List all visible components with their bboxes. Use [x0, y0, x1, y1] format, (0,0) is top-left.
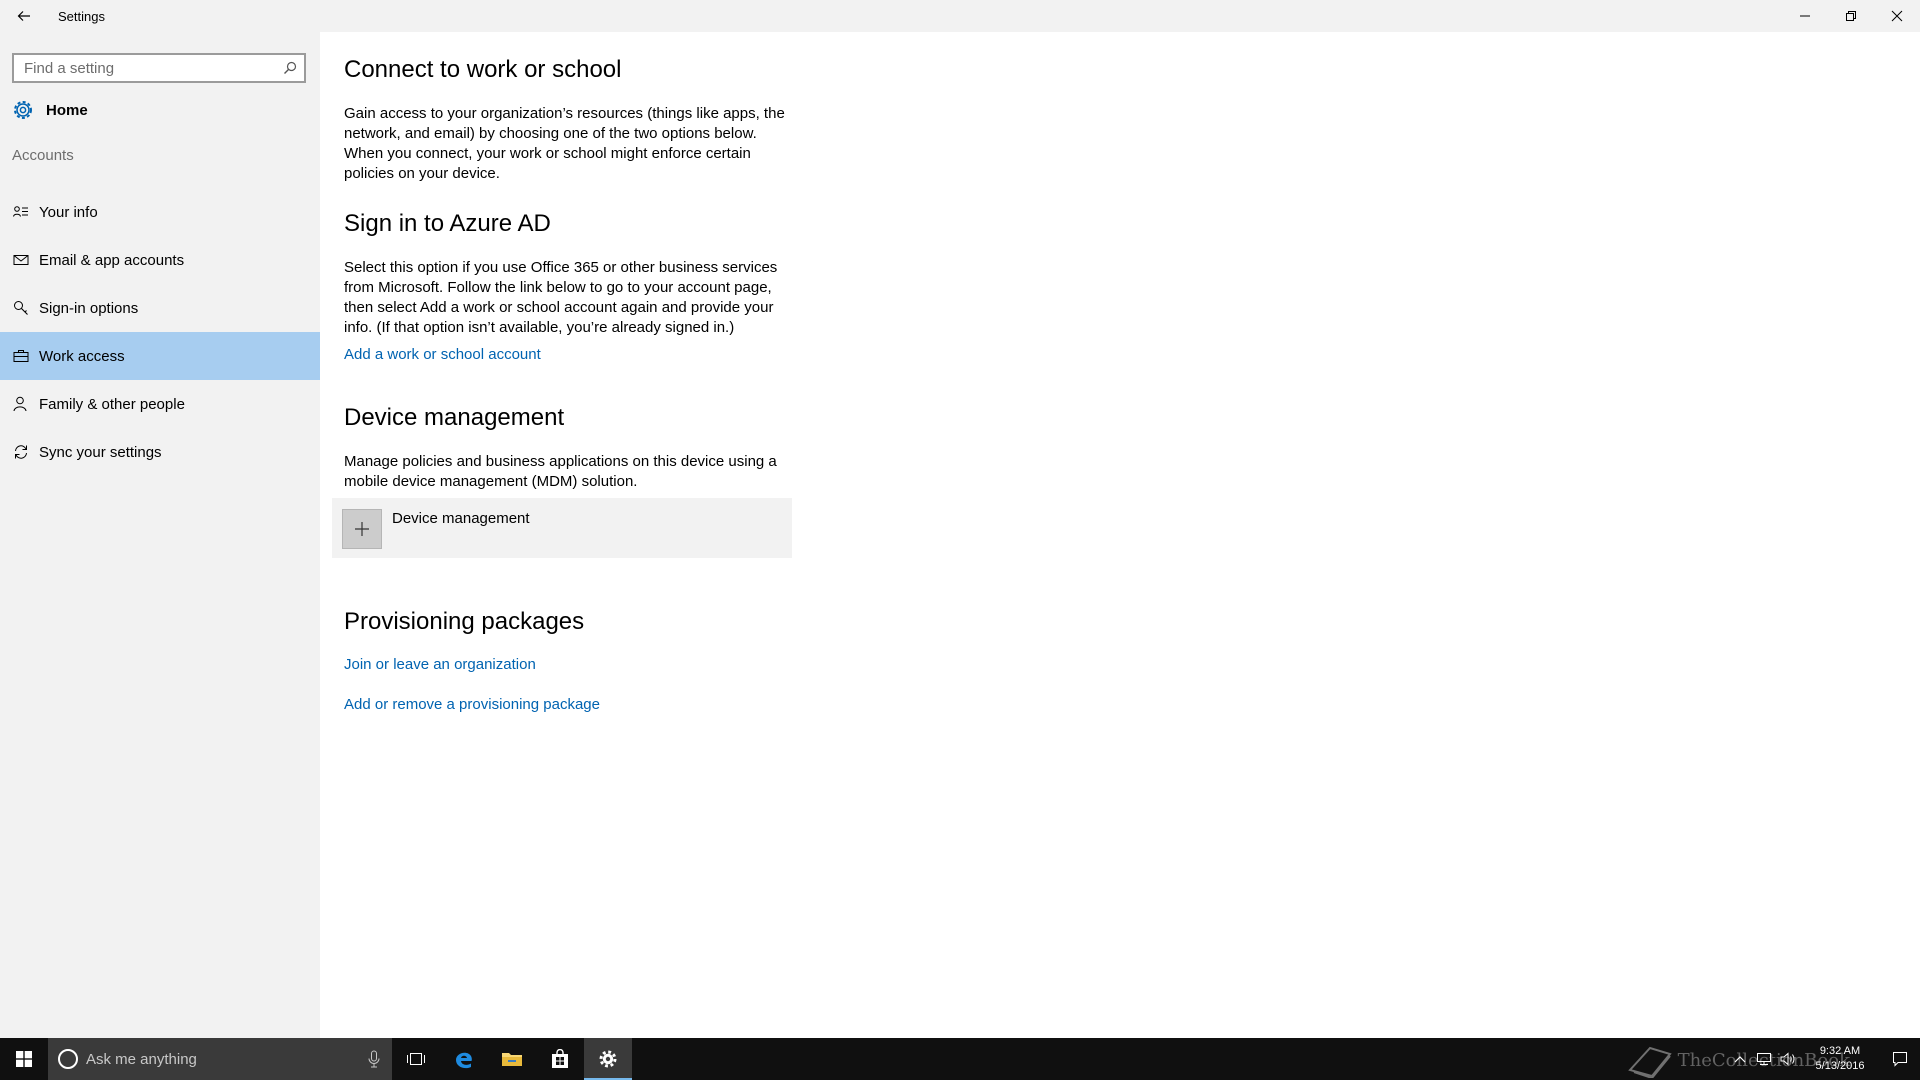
- store-bag-icon: [552, 1049, 568, 1068]
- sidebar-item-your-info[interactable]: Your info: [0, 188, 320, 236]
- show-hidden-icons-button[interactable]: [1728, 1038, 1752, 1080]
- sidebar-item-label: Sign-in options: [39, 299, 139, 317]
- provisioning-heading: Provisioning packages: [344, 608, 585, 635]
- home-label: Home: [46, 101, 88, 119]
- sidebar: Home Accounts Your info Email & app acco…: [0, 32, 320, 1038]
- minimize-icon: [1800, 15, 1810, 17]
- mail-icon: [12, 251, 30, 269]
- speaker-icon: [1780, 1052, 1795, 1066]
- taskbar: Ask me anything TheCollectionBook 9:32 A…: [0, 1038, 1920, 1080]
- azure-heading: Sign in to Azure AD: [344, 210, 551, 237]
- close-button[interactable]: [1874, 0, 1920, 32]
- key-icon: [12, 299, 30, 317]
- azure-description: Select this option if you use Office 365…: [344, 259, 778, 336]
- window-title: Settings: [58, 8, 105, 24]
- people-icon: [12, 395, 30, 413]
- briefcase-icon: [12, 347, 30, 365]
- person-list-icon: [12, 203, 30, 221]
- cortana-search-box[interactable]: Ask me anything: [48, 1038, 392, 1080]
- connect-heading: Connect to work or school: [344, 56, 622, 83]
- windows-logo-icon: [16, 1051, 32, 1067]
- clock-time: 9:32 AM: [1819, 1045, 1861, 1057]
- sidebar-item-label: Family & other people: [39, 395, 185, 413]
- add-remove-provisioning-package-link[interactable]: Add or remove a provisioning package: [344, 696, 600, 713]
- gear-icon: [599, 1050, 617, 1068]
- file-explorer-taskbar-button[interactable]: [488, 1038, 536, 1080]
- restore-icon: [1846, 11, 1856, 21]
- settings-taskbar-button[interactable]: [584, 1038, 632, 1080]
- join-leave-organization-link[interactable]: Join or leave an organization: [344, 656, 536, 673]
- sidebar-item-sync-your-settings[interactable]: Sync your settings: [0, 428, 320, 476]
- sidebar-item-email-app-accounts[interactable]: Email & app accounts: [0, 236, 320, 284]
- book-icon: [1627, 1046, 1672, 1078]
- window-controls: [1782, 0, 1920, 32]
- add-work-school-account-link[interactable]: Add a work or school account: [344, 346, 541, 363]
- device-management-button[interactable]: Device management: [332, 498, 792, 558]
- folder-icon: [502, 1053, 522, 1066]
- notification-icon: [1893, 1052, 1907, 1067]
- search-icon[interactable]: [276, 61, 304, 75]
- back-arrow-icon: [17, 11, 30, 21]
- edge-taskbar-button[interactable]: [440, 1038, 488, 1080]
- cortana-icon: [58, 1049, 78, 1069]
- back-button[interactable]: [0, 0, 48, 32]
- device-management-button-label: Device management: [392, 510, 530, 527]
- volume-button[interactable]: [1776, 1038, 1800, 1080]
- sidebar-item-label: Email & app accounts: [39, 251, 185, 269]
- action-center-button[interactable]: [1880, 1038, 1920, 1080]
- chevron-up-icon: [1734, 1056, 1746, 1063]
- sidebar-item-label: Sync your settings: [39, 443, 162, 461]
- microphone-icon[interactable]: [368, 1050, 380, 1068]
- device-management-heading: Device management: [344, 404, 565, 431]
- clock-date: 5/13/2016: [1815, 1060, 1865, 1072]
- sidebar-item-work-access[interactable]: Work access: [0, 332, 320, 380]
- edge-icon: [456, 1052, 472, 1069]
- home-nav-item[interactable]: Home: [0, 92, 320, 128]
- sidebar-item-label: Work access: [39, 347, 125, 365]
- sidebar-item-sign-in-options[interactable]: Sign-in options: [0, 284, 320, 332]
- task-view-button[interactable]: [392, 1038, 440, 1080]
- sidebar-item-family-other-people[interactable]: Family & other people: [0, 380, 320, 428]
- sync-icon: [12, 443, 30, 461]
- minimize-button[interactable]: [1782, 0, 1828, 32]
- plus-icon: [342, 509, 382, 549]
- system-tray: 9:32 AM 5/13/2016: [1728, 1038, 1920, 1080]
- accounts-section-label: Accounts: [12, 147, 74, 164]
- gear-icon: [11, 98, 35, 122]
- sidebar-item-label: Your info: [39, 203, 98, 221]
- clock[interactable]: 9:32 AM 5/13/2016: [1808, 1044, 1872, 1074]
- search-input[interactable]: [14, 58, 276, 78]
- search-box: [12, 53, 306, 83]
- device-management-description: Manage policies and business application…: [344, 453, 777, 490]
- sidebar-nav: Your info Email & app accounts Sign-in o…: [0, 188, 320, 476]
- close-icon: [1891, 10, 1903, 22]
- network-button[interactable]: [1752, 1038, 1776, 1080]
- connect-description: Gain access to your organization’s resou…: [344, 105, 785, 182]
- store-taskbar-button[interactable]: [536, 1038, 584, 1080]
- cortana-search-text: Ask me anything: [86, 1050, 197, 1068]
- task-view-icon: [407, 1053, 425, 1065]
- network-icon: [1757, 1053, 1771, 1065]
- title-bar: Settings: [0, 0, 1920, 32]
- start-button[interactable]: [0, 1038, 48, 1080]
- restore-button[interactable]: [1828, 0, 1874, 32]
